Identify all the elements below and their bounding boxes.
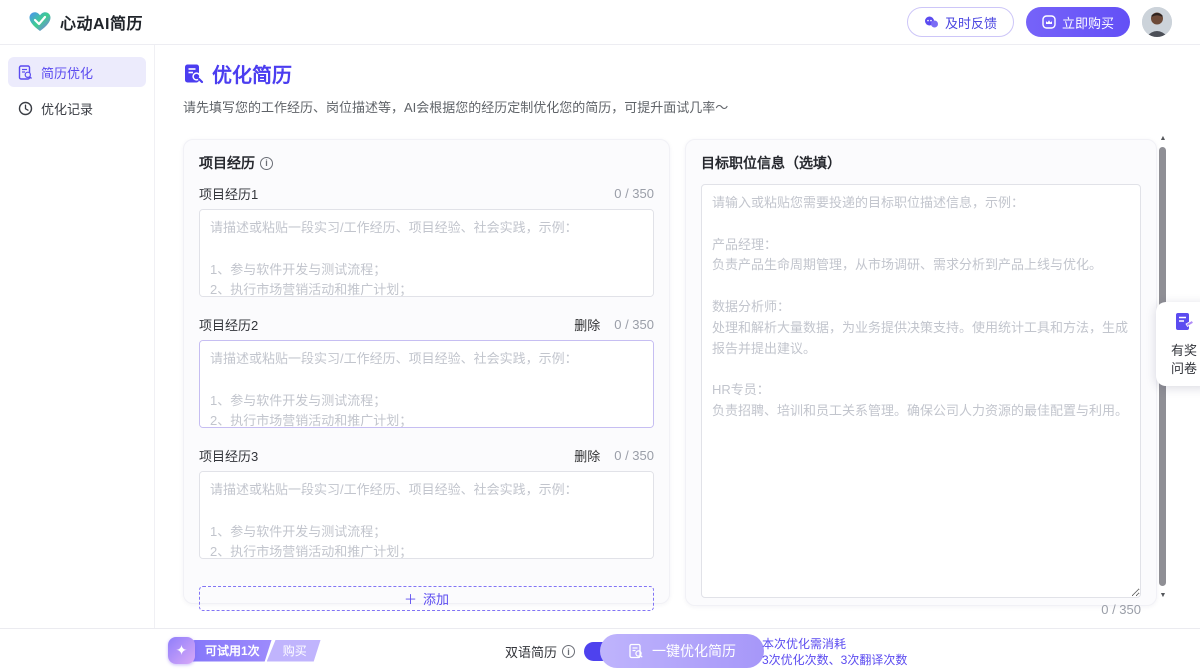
crown-badge-icon (1042, 15, 1056, 29)
optimize-label: 一键优化简历 (652, 641, 736, 661)
footer-bar: ✦ 可试用1次 购买 双语简历 i 一键优化简历 本次优化需消耗 3次优化次数、… (0, 628, 1200, 672)
trial-count-label: 可试用1次 (191, 640, 272, 662)
trial-badge[interactable]: ✦ 可试用1次 购买 (168, 637, 321, 664)
optimize-resume-icon (183, 63, 204, 84)
info-icon[interactable]: i (260, 157, 273, 170)
feedback-label: 及时反馈 (945, 13, 997, 32)
cost-note: 本次优化需消耗 3次优化次数、3次翻译次数 (762, 636, 907, 668)
panels-row: 项目经历 i 项目经历1 0 / 350 项目经历2 删除 0 / 350 (183, 139, 1200, 606)
entry-head: 项目经历2 删除 0 / 350 (199, 315, 654, 334)
scroll-down-arrow-icon[interactable]: ▼ (1159, 592, 1167, 600)
page-title-row: 优化简历 (183, 59, 1200, 88)
project-panel-header: 项目经历 i (199, 153, 654, 173)
project-entry-1: 项目经历1 0 / 350 (199, 184, 654, 297)
char-counter: 0 / 350 (614, 317, 654, 332)
buy-now-button[interactable]: 立即购买 (1026, 7, 1130, 37)
app-header: 心动AI简历 及时反馈 立即购买 (0, 0, 1200, 45)
buy-now-label: 立即购买 (1062, 13, 1114, 32)
survey-floating-widget[interactable]: 有奖 问卷 (1156, 302, 1200, 386)
char-counter: 0 / 350 (614, 186, 654, 201)
add-label: 添加 (423, 589, 449, 608)
user-avatar[interactable] (1142, 7, 1172, 37)
entry-label: 项目经历2 (199, 315, 258, 334)
survey-label-line1: 有奖 (1160, 342, 1200, 360)
entry-head: 项目经历3 删除 0 / 350 (199, 446, 654, 465)
char-counter: 0 / 350 (701, 602, 1141, 617)
add-experience-button[interactable]: ＋ 添加 (199, 586, 654, 611)
project-panel-title: 项目经历 (199, 153, 255, 173)
delete-entry-button[interactable]: 删除 (574, 315, 600, 334)
char-counter: 0 / 350 (614, 448, 654, 463)
entry-label: 项目经历3 (199, 446, 258, 465)
page-subtitle: 请先填写您的工作经历、岗位描述等，AI会根据您的经历定制优化您的简历，可提升面试… (183, 97, 1200, 116)
one-click-optimize-button[interactable]: 一键优化简历 (600, 634, 764, 668)
history-clock-icon (18, 101, 33, 116)
project-entry-3: 项目经历3 删除 0 / 350 (199, 446, 654, 559)
target-job-textarea[interactable] (701, 184, 1141, 598)
target-job-panel: 目标职位信息（选填） 0 / 350 (685, 139, 1157, 606)
project-experience-panel: 项目经历 i 项目经历1 0 / 350 项目经历2 删除 0 / 350 (183, 139, 670, 604)
sidebar-item-resume-optimize[interactable]: 简历优化 (8, 57, 146, 87)
project-experience-1-textarea[interactable] (199, 209, 654, 297)
doc-search-icon (628, 643, 644, 659)
target-panel-title: 目标职位信息（选填） (701, 153, 841, 173)
sidebar-item-label: 优化记录 (41, 99, 93, 118)
scroll-up-arrow-icon[interactable]: ▲ (1159, 135, 1167, 143)
logo-heart-icon (28, 11, 52, 33)
bilingual-label: 双语简历 (505, 642, 557, 661)
brand-name: 心动AI简历 (60, 10, 143, 34)
sidebar-item-optimize-history[interactable]: 优化记录 (8, 93, 146, 123)
chat-bubbles-icon (924, 16, 939, 29)
entry-label: 项目经历1 (199, 184, 258, 203)
entry-head: 项目经历1 0 / 350 (199, 184, 654, 203)
cost-line2: 3次优化次数、3次翻译次数 (762, 652, 907, 668)
target-panel-header: 目标职位信息（选填） (701, 153, 1141, 173)
plus-icon: ＋ (404, 589, 417, 608)
brand: 心动AI简历 (28, 10, 143, 34)
main-content: 优化简历 请先填写您的工作经历、岗位描述等，AI会根据您的经历定制优化您的简历，… (155, 45, 1200, 628)
header-actions: 及时反馈 立即购买 (907, 7, 1172, 37)
sparkle-badge-icon: ✦ (168, 637, 195, 664)
project-experience-2-textarea[interactable] (199, 340, 654, 428)
cost-line1: 本次优化需消耗 (762, 636, 907, 652)
survey-doc-pencil-icon (1173, 311, 1195, 333)
feedback-button[interactable]: 及时反馈 (907, 7, 1014, 37)
delete-entry-button[interactable]: 删除 (574, 446, 600, 465)
survey-label-line2: 问卷 (1160, 360, 1200, 378)
project-entry-2: 项目经历2 删除 0 / 350 (199, 315, 654, 428)
project-experience-3-textarea[interactable] (199, 471, 654, 559)
resume-search-icon (18, 65, 33, 80)
sidebar: 简历优化 优化记录 (0, 45, 155, 628)
info-icon[interactable]: i (562, 645, 575, 658)
sidebar-item-label: 简历优化 (41, 63, 93, 82)
buy-link[interactable]: 购买 (267, 640, 321, 662)
page-title: 优化简历 (212, 59, 292, 88)
